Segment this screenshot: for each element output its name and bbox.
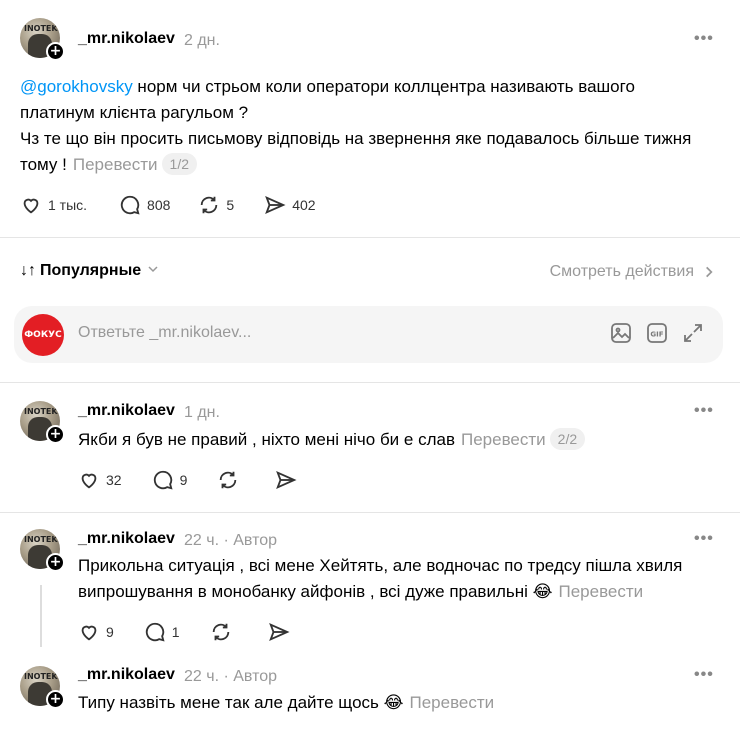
- avatar-text: INOTEK: [24, 24, 58, 33]
- heart-icon: [81, 625, 97, 641]
- follow-plus-icon[interactable]: +: [46, 690, 65, 709]
- comment-button[interactable]: 9: [152, 469, 187, 491]
- divider: [0, 237, 740, 238]
- reply-composer[interactable]: ФОКУС Ответьте _mr.nikolaev... GIF: [14, 306, 723, 363]
- heart-icon: [23, 198, 39, 214]
- divider: [0, 382, 740, 383]
- like-button[interactable]: 32: [78, 469, 122, 491]
- translate-link[interactable]: Перевести: [73, 155, 158, 174]
- sort-label: Популярные: [40, 262, 142, 279]
- mention-link[interactable]: @gorokhovsky: [20, 77, 133, 96]
- page-indicator: 2/2: [549, 428, 586, 450]
- more-options-icon[interactable]: •••: [694, 666, 714, 684]
- author-badge: Автор: [233, 532, 278, 549]
- translate-link[interactable]: Перевести: [559, 582, 644, 601]
- like-button[interactable]: 1 тыс.: [20, 194, 87, 216]
- post-text: @gorokhovsky норм чи стрьом коли операто…: [20, 77, 692, 175]
- repost-button[interactable]: 5: [198, 194, 234, 216]
- follow-plus-icon[interactable]: +: [46, 553, 65, 572]
- like-button[interactable]: 9: [78, 621, 114, 643]
- expand-icon[interactable]: [681, 321, 705, 345]
- svg-text:GIF: GIF: [650, 331, 663, 339]
- translate-link[interactable]: Перевести: [410, 693, 495, 712]
- page-indicator: 1/2: [161, 153, 198, 175]
- reply-time: 22 ч. · Автор: [184, 668, 278, 685]
- comment-button[interactable]: 808: [119, 194, 170, 216]
- repost-button[interactable]: [217, 469, 245, 491]
- reply-username[interactable]: _mr.nikolaev: [78, 402, 175, 420]
- follow-plus-icon[interactable]: +: [46, 425, 65, 444]
- divider: [0, 512, 740, 513]
- reply-username[interactable]: _mr.nikolaev: [78, 530, 175, 548]
- gif-icon[interactable]: GIF: [645, 321, 669, 345]
- heart-icon: [81, 473, 97, 489]
- reply-text: Якби я був не правий , ніхто мені нічо б…: [78, 427, 718, 453]
- follow-plus-icon[interactable]: +: [46, 42, 65, 61]
- repost-button[interactable]: [210, 621, 238, 643]
- post-actions: 1 тыс. 808 5 402: [20, 194, 338, 216]
- sort-dropdown[interactable]: ↓↑ Популярные: [20, 262, 159, 280]
- more-options-icon[interactable]: •••: [694, 530, 714, 548]
- sort-icon: ↓↑: [20, 262, 36, 279]
- thread-line: [40, 585, 42, 647]
- reply-input[interactable]: Ответьте _mr.nikolaev...: [78, 324, 251, 342]
- repost-icon: [212, 623, 229, 641]
- comment-icon: [145, 622, 165, 642]
- chevron-down-icon: [147, 262, 159, 280]
- translate-link[interactable]: Перевести: [461, 430, 546, 449]
- comment-button[interactable]: 1: [144, 621, 180, 643]
- reply-actions: 32 9: [78, 469, 325, 491]
- more-options-icon[interactable]: •••: [694, 402, 714, 420]
- reply-time: 1 дн.: [184, 404, 220, 421]
- reply-username[interactable]: _mr.nikolaev: [78, 666, 175, 684]
- share-button[interactable]: [275, 469, 303, 491]
- view-activity-link[interactable]: Смотреть действия: [550, 263, 716, 281]
- send-icon: [265, 195, 286, 215]
- post-username[interactable]: _mr.nikolaev: [78, 30, 175, 48]
- send-icon: [276, 470, 297, 490]
- comment-icon: [120, 195, 140, 215]
- reply-text: Прикольна ситуація , всі мене Хейтять, а…: [78, 556, 683, 601]
- composer-tools: GIF: [609, 321, 705, 345]
- send-icon: [268, 622, 290, 642]
- share-button[interactable]: 402: [264, 194, 316, 216]
- image-icon[interactable]: [609, 321, 633, 345]
- repost-icon: [220, 471, 237, 489]
- post-time: 2 дн.: [184, 32, 220, 49]
- reply-actions: 9 1: [78, 621, 318, 643]
- comment-icon: [153, 470, 173, 490]
- share-button[interactable]: [268, 621, 296, 643]
- account-avatar: ФОКУС: [22, 314, 64, 356]
- chevron-right-icon: [706, 266, 713, 278]
- repost-icon: [201, 196, 218, 214]
- reply-time: 22 ч. · Автор: [184, 532, 278, 549]
- reply-text: Типу назвіть мене так але дайте щось 😂 Пе…: [78, 693, 495, 712]
- author-badge: Автор: [233, 668, 278, 685]
- more-options-icon[interactable]: •••: [694, 30, 714, 48]
